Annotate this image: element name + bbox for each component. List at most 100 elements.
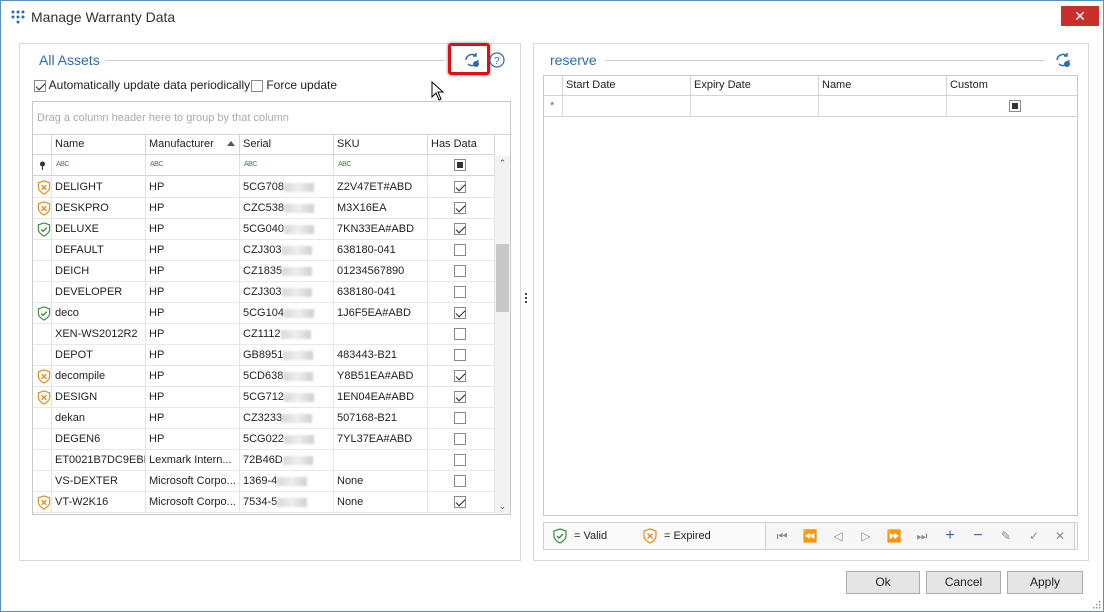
cell-name[interactable]: DEPOT xyxy=(52,345,146,366)
has-data-checkbox[interactable] xyxy=(454,454,466,466)
auto-update-option[interactable]: Automatically update data periodically xyxy=(34,78,250,92)
cell-has-data[interactable] xyxy=(428,198,495,219)
cell-sku[interactable] xyxy=(334,450,428,471)
filter-serial[interactable]: ABC xyxy=(240,155,334,176)
next-page-icon[interactable]: ⏩ xyxy=(884,527,904,545)
cell-name[interactable]: VT-W2K16 xyxy=(52,492,146,513)
header-serial[interactable]: Serial xyxy=(240,135,334,155)
has-data-checkbox[interactable] xyxy=(454,328,466,340)
has-data-checkbox[interactable] xyxy=(454,433,466,445)
cell-sku[interactable]: 7YL37EA#ABD xyxy=(334,429,428,450)
vertical-scrollbar[interactable]: ⌃ ⌄ xyxy=(495,156,510,514)
cell-sku[interactable]: Y8B51EA#ABD xyxy=(334,366,428,387)
cell-serial[interactable]: CZJ303 xyxy=(240,240,334,261)
table-row[interactable]: decompile HP 5CD638 Y8B51EA#ABD xyxy=(33,366,495,387)
cell-manufacturer[interactable]: HP xyxy=(146,261,240,282)
cell-serial[interactable]: CZJ303 xyxy=(240,282,334,303)
cell-has-data[interactable] xyxy=(428,177,495,198)
cell-has-data[interactable] xyxy=(428,366,495,387)
cell-name[interactable]: deco xyxy=(52,303,146,324)
cell-serial[interactable]: 5CD638 xyxy=(240,366,334,387)
header-expiry-date[interactable]: Expiry Date xyxy=(691,76,819,96)
table-row[interactable]: DEVELOPER HP CZJ303 638180-041 xyxy=(33,282,495,303)
new-row-name[interactable] xyxy=(819,96,947,117)
auto-update-checkbox[interactable] xyxy=(34,79,46,92)
cell-manufacturer[interactable]: HP xyxy=(146,198,240,219)
force-update-checkbox[interactable] xyxy=(251,79,263,92)
cell-sku[interactable]: 638180-041 xyxy=(334,240,428,261)
filter-sku[interactable]: ABC xyxy=(334,155,428,176)
header-start-date[interactable]: Start Date xyxy=(563,76,691,96)
cell-name[interactable]: DEFAULT xyxy=(52,240,146,261)
cell-manufacturer[interactable]: HP xyxy=(146,366,240,387)
cell-serial[interactable]: CZ3233 xyxy=(240,408,334,429)
cell-sku[interactable]: 638180-041 xyxy=(334,282,428,303)
next-record-icon[interactable]: ▷ xyxy=(856,527,876,545)
cell-has-data[interactable] xyxy=(428,429,495,450)
cell-serial[interactable]: CZC538 xyxy=(240,198,334,219)
cell-has-data[interactable] xyxy=(428,219,495,240)
cell-has-data[interactable] xyxy=(428,261,495,282)
prev-record-icon[interactable]: ◁ xyxy=(828,527,848,545)
has-data-checkbox[interactable] xyxy=(454,286,466,298)
scroll-thumb[interactable] xyxy=(496,244,509,312)
close-button[interactable]: ✕ xyxy=(1061,6,1099,26)
header-name[interactable]: Name xyxy=(819,76,947,96)
cell-serial[interactable]: 5CG708 xyxy=(240,177,334,198)
new-row-custom[interactable] xyxy=(947,96,1077,117)
header-manufacturer[interactable]: Manufacturer xyxy=(146,135,240,155)
has-data-checkbox[interactable] xyxy=(454,496,466,508)
table-row[interactable]: VT-W2K16 Microsoft Corpo... 7534-5 None xyxy=(33,492,495,513)
cell-manufacturer[interactable]: HP xyxy=(146,303,240,324)
cell-manufacturer[interactable]: HP xyxy=(146,429,240,450)
has-data-filter-checkbox[interactable] xyxy=(454,159,466,171)
cell-manufacturer[interactable]: HP xyxy=(146,177,240,198)
cell-has-data[interactable] xyxy=(428,450,495,471)
table-row[interactable]: DELIGHT HP 5CG708 Z2V47ET#ABD xyxy=(33,177,495,198)
cell-name[interactable]: ET0021B7DC9EBE xyxy=(52,450,146,471)
last-record-icon[interactable]: ⏭ xyxy=(912,527,932,545)
cell-sku[interactable]: 01234567890 xyxy=(334,261,428,282)
ok-button[interactable]: Ok xyxy=(846,571,920,594)
cell-serial[interactable]: CZ1112 xyxy=(240,324,334,345)
cell-sku[interactable] xyxy=(334,324,428,345)
has-data-checkbox[interactable] xyxy=(454,244,466,256)
filter-has-data[interactable] xyxy=(428,155,495,176)
cell-manufacturer[interactable]: Microsoft Corpo... xyxy=(146,471,240,492)
new-row-start-date[interactable] xyxy=(563,96,691,117)
filter-name[interactable]: ABC xyxy=(52,155,146,176)
add-icon[interactable]: + xyxy=(940,527,960,545)
cell-sku[interactable]: 1EN04EA#ABD xyxy=(334,387,428,408)
cell-sku[interactable]: 1J6F5EA#ABD xyxy=(334,303,428,324)
resize-grip-icon[interactable] xyxy=(1091,599,1101,609)
table-row[interactable]: DESIGN HP 5CG712 1EN04EA#ABD xyxy=(33,387,495,408)
cell-serial[interactable]: 5CG712 xyxy=(240,387,334,408)
cell-has-data[interactable] xyxy=(428,387,495,408)
cell-sku[interactable]: Z2V47ET#ABD xyxy=(334,177,428,198)
table-row[interactable]: ET0021B7DC9EBE Lexmark Intern... 72B46D xyxy=(33,450,495,471)
header-custom[interactable]: Custom xyxy=(947,76,1077,96)
cell-name[interactable]: VS-DEXTER xyxy=(52,471,146,492)
cell-manufacturer[interactable]: HP xyxy=(146,408,240,429)
table-row[interactable]: DELUXE HP 5CG040 7KN33EA#ABD xyxy=(33,219,495,240)
apply-button[interactable]: Apply xyxy=(1007,571,1083,594)
table-row[interactable]: DESKPRO HP CZC538 M3X16EA xyxy=(33,198,495,219)
has-data-checkbox[interactable] xyxy=(454,412,466,424)
cell-manufacturer[interactable]: HP xyxy=(146,324,240,345)
cell-name[interactable]: dekan xyxy=(52,408,146,429)
new-row-expiry-date[interactable] xyxy=(691,96,819,117)
confirm-icon[interactable]: ✓ xyxy=(1024,527,1044,545)
help-icon[interactable]: ? xyxy=(489,52,505,68)
table-row[interactable]: DEFAULT HP CZJ303 638180-041 xyxy=(33,240,495,261)
cell-sku[interactable]: 483443-B21 xyxy=(334,345,428,366)
has-data-checkbox[interactable] xyxy=(454,202,466,214)
cell-serial[interactable]: 1369-4 xyxy=(240,471,334,492)
cell-sku[interactable]: M3X16EA xyxy=(334,198,428,219)
cell-name[interactable]: DEVELOPER xyxy=(52,282,146,303)
remove-icon[interactable]: − xyxy=(968,527,988,545)
cell-serial[interactable]: 5CG104 xyxy=(240,303,334,324)
table-row[interactable]: deco HP 5CG104 1J6F5EA#ABD xyxy=(33,303,495,324)
custom-checkbox[interactable] xyxy=(1009,100,1021,112)
cell-name[interactable]: DELUXE xyxy=(52,219,146,240)
has-data-checkbox[interactable] xyxy=(454,223,466,235)
